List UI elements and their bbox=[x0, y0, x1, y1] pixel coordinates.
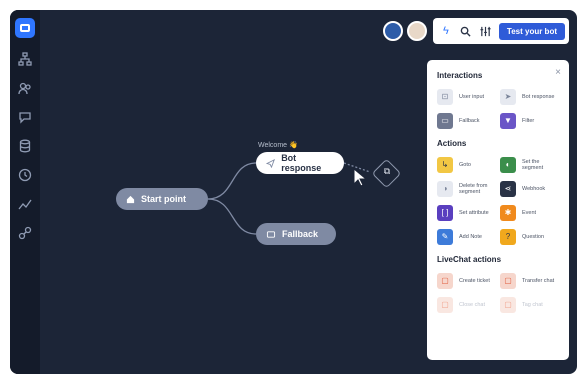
delete-segment-icon: ◑ bbox=[437, 180, 453, 197]
top-toolbar: ϟ Test your bot bbox=[382, 18, 569, 44]
interactions-grid: ⊡ User input ➤ Bot response ▭ Fallback ▼… bbox=[437, 88, 559, 129]
toolbar: ϟ Test your bot bbox=[432, 18, 569, 44]
actions-title: Actions bbox=[437, 139, 467, 148]
step-library-panel: × Interactions ⊡ User input ➤ Bot respon… bbox=[427, 60, 569, 360]
search-icon[interactable] bbox=[459, 24, 473, 38]
close-chat-icon: ▢ bbox=[437, 296, 453, 313]
panel-item-label: Delete from segment bbox=[459, 182, 488, 195]
test-your-bot-button[interactable]: Test your bot bbox=[498, 22, 565, 40]
panel-item-label: Close chat bbox=[459, 301, 485, 308]
message-icon[interactable] bbox=[17, 109, 33, 125]
fallback-node[interactable]: Fallback bbox=[256, 223, 336, 245]
panel-item-label: Fallback bbox=[459, 117, 480, 124]
panel-item-goto[interactable]: ↳ Goto bbox=[437, 156, 496, 173]
mouse-cursor-icon bbox=[353, 168, 368, 187]
panel-item-add-note[interactable]: ✎ Add Note bbox=[437, 228, 496, 245]
panel-item-label: Create ticket bbox=[459, 277, 490, 284]
sidebar bbox=[10, 10, 40, 374]
panel-item-fallback[interactable]: ▭ Fallback bbox=[437, 112, 496, 129]
panel-item-label: Transfer chat bbox=[522, 277, 555, 284]
panel-item-close-chat[interactable]: ▢ Close chat bbox=[437, 296, 496, 313]
settings-sliders-icon[interactable] bbox=[479, 24, 493, 38]
panel-item-label: Set the segment bbox=[522, 158, 544, 171]
users-icon[interactable] bbox=[17, 80, 33, 96]
fallback-icon: ▭ bbox=[437, 112, 453, 129]
panel-item-label: Bot response bbox=[522, 93, 555, 100]
analytics-icon[interactable] bbox=[17, 196, 33, 212]
segment-icon: ◐ bbox=[500, 156, 516, 173]
event-icon: ✱ bbox=[500, 204, 516, 221]
integrations-icon[interactable] bbox=[17, 225, 33, 241]
panel-item-label: Set attribute bbox=[459, 209, 489, 216]
panel-item-bot-response[interactable]: ➤ Bot response bbox=[500, 88, 559, 105]
panel-item-transfer-chat[interactable]: ▢ Transfer chat bbox=[500, 272, 559, 289]
livechat-actions-title: LiveChat actions bbox=[437, 255, 502, 264]
start-point-node[interactable]: Start point bbox=[116, 188, 208, 210]
clock-icon[interactable] bbox=[17, 167, 33, 183]
send-icon: ➤ bbox=[500, 88, 516, 105]
panel-item-set-segment[interactable]: ◐ Set the segment bbox=[500, 156, 559, 173]
panel-item-label: User input bbox=[459, 93, 485, 100]
app-window: Start point Welcome 👋 Bot response Fallb… bbox=[10, 10, 577, 374]
panel-item-label: Tag chat bbox=[522, 301, 543, 308]
note-icon: ✎ bbox=[437, 228, 453, 245]
goto-icon: ↳ bbox=[437, 156, 453, 173]
fallback-icon bbox=[266, 230, 276, 238]
actions-grid: ↳ Goto ◐ Set the segment ◑ Delete from s… bbox=[437, 156, 559, 245]
close-icon[interactable]: × bbox=[555, 67, 561, 78]
question-icon: ? bbox=[500, 228, 516, 245]
panel-item-user-input[interactable]: ⊡ User input bbox=[437, 88, 496, 105]
user-input-icon: ⊡ bbox=[437, 88, 453, 105]
flow-tree-icon[interactable] bbox=[17, 51, 33, 67]
attribute-icon: [ ] bbox=[437, 204, 453, 221]
panel-item-label: Filter bbox=[522, 117, 535, 124]
panel-item-delete-segment[interactable]: ◑ Delete from segment bbox=[437, 180, 496, 197]
livechat-grid: ▢ Create ticket ▢ Transfer chat ▢ Close … bbox=[437, 272, 559, 313]
panel-item-label: Event bbox=[522, 209, 537, 216]
bot-response-node[interactable]: Bot response bbox=[256, 152, 344, 174]
tag-icon: ▢ bbox=[500, 296, 516, 313]
add-step-icon: ⧉ bbox=[383, 166, 391, 176]
panel-item-webhook[interactable]: ⋖ Webhook bbox=[500, 180, 559, 197]
ticket-icon: ▢ bbox=[437, 272, 453, 289]
filter-icon: ▼ bbox=[500, 112, 516, 129]
panel-item-label: Add Note bbox=[459, 233, 482, 240]
start-point-label: Start point bbox=[141, 194, 186, 204]
panel-item-filter[interactable]: ▼ Filter bbox=[500, 112, 559, 129]
panel-item-label: Question bbox=[522, 233, 545, 240]
transfer-icon: ▢ bbox=[500, 272, 516, 289]
interactions-title: Interactions bbox=[437, 71, 483, 80]
fallback-label: Fallback bbox=[282, 229, 319, 239]
flow-canvas[interactable]: Start point Welcome 👋 Bot response Fallb… bbox=[40, 10, 577, 374]
panel-item-create-ticket[interactable]: ▢ Create ticket bbox=[437, 272, 496, 289]
panel-item-set-attribute[interactable]: [ ] Set attribute bbox=[437, 204, 496, 221]
home-icon bbox=[126, 195, 135, 203]
panel-item-event[interactable]: ✱ Event bbox=[500, 204, 559, 221]
avatar[interactable] bbox=[382, 21, 403, 41]
database-icon[interactable] bbox=[17, 138, 33, 154]
panel-item-question[interactable]: ? Question bbox=[500, 228, 559, 245]
webhook-icon: ⋖ bbox=[500, 180, 516, 197]
avatar[interactable] bbox=[406, 21, 427, 41]
panel-item-tag-chat[interactable]: ▢ Tag chat bbox=[500, 296, 559, 313]
welcome-label: Welcome 👋 bbox=[258, 142, 298, 149]
send-icon bbox=[266, 158, 276, 168]
chat-bubble-icon[interactable] bbox=[15, 18, 35, 38]
panel-item-label: Goto bbox=[459, 161, 471, 168]
panel-item-label: Webhook bbox=[522, 185, 546, 192]
lightning-icon[interactable]: ϟ bbox=[439, 24, 453, 38]
bot-response-label: Bot response bbox=[281, 153, 322, 173]
